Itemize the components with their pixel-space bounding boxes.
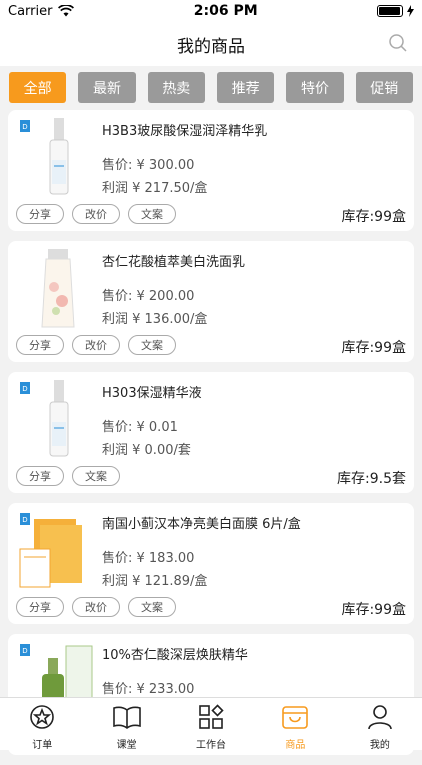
search-icon[interactable] [388, 33, 408, 53]
product-card[interactable]: D H3B3玻尿酸保湿润泽精华乳 售价: ¥ 300.00 利润 ¥ 217.50/盒… [8, 110, 414, 231]
product-profit: 利润 ¥ 0.00/套 [102, 443, 191, 458]
tab-label: 我的 [369, 740, 390, 751]
product-profit: 利润 ¥ 121.89/盒 [102, 574, 208, 589]
cleanser-tube-icon [16, 247, 98, 329]
product-profit: 利润 ¥ 136.00/盒 [102, 312, 208, 327]
filter-bar: 全部 最新 热卖 推荐 特价 促销 [0, 66, 422, 108]
mask-box-icon: D [16, 509, 98, 591]
serum-bottle-icon: D [16, 378, 98, 460]
tab-shop-bag[interactable]: 商品 [253, 698, 337, 751]
wifi-icon [58, 5, 75, 17]
tab-bar: 订单 课堂 工作台 商品 我的 [0, 697, 422, 751]
stock-label: 库存:99盒 [341, 340, 406, 356]
tab-book[interactable]: 课堂 [84, 698, 168, 751]
filter-chip[interactable]: 促销 [355, 72, 413, 103]
product-actions: 分享 文案 [16, 466, 120, 486]
product-name: H303保湿精华液 [102, 386, 202, 401]
copywriting-button[interactable]: 文案 [128, 335, 176, 355]
product-price: 售价: ¥ 233.00 [102, 682, 195, 697]
product-actions: 分享 改价 文案 [16, 597, 176, 617]
product-card[interactable]: D 南国小蓟汉本净亮美白面膜 6片/盒 售价: ¥ 183.00 利润 ¥ 121.8… [8, 503, 414, 624]
tab-label: 商品 [285, 740, 306, 751]
stock-label: 库存:9.5套 [337, 471, 406, 487]
tab-user[interactable]: 我的 [338, 698, 422, 751]
tab-label: 课堂 [116, 740, 137, 751]
shop-bag-icon [281, 704, 309, 734]
product-price: 售价: ¥ 0.01 [102, 420, 178, 435]
copywriting-button[interactable]: 文案 [128, 204, 176, 224]
share-button[interactable]: 分享 [16, 466, 64, 486]
product-actions: 分享 改价 文案 [16, 204, 176, 224]
product-name: H3B3玻尿酸保湿润泽精华乳 [102, 124, 268, 139]
charging-bolt-icon [406, 5, 414, 17]
change-price-button[interactable]: 改价 [72, 204, 120, 224]
page-title: 我的商品 [177, 36, 245, 57]
product-list: D H3B3玻尿酸保湿润泽精华乳 售价: ¥ 300.00 利润 ¥ 217.50/盒… [8, 110, 414, 765]
product-actions: 分享 改价 文案 [16, 335, 176, 355]
product-price: 售价: ¥ 200.00 [102, 289, 195, 304]
product-price: 售价: ¥ 300.00 [102, 158, 195, 173]
change-price-button[interactable]: 改价 [72, 335, 120, 355]
svg-text:D: D [22, 647, 27, 655]
product-name: 杏仁花酸植萃美白洗面乳 [102, 255, 246, 270]
tab-label: 工作台 [196, 740, 227, 751]
copywriting-button[interactable]: 文案 [72, 466, 120, 486]
share-button[interactable]: 分享 [16, 335, 64, 355]
svg-text:D: D [22, 516, 27, 524]
svg-text:D: D [22, 385, 27, 393]
filter-chip[interactable]: 全部 [9, 72, 67, 103]
carrier-label: Carrier [8, 3, 53, 19]
filter-chip[interactable]: 特价 [286, 72, 344, 103]
share-button[interactable]: 分享 [16, 204, 64, 224]
user-icon [367, 704, 393, 734]
product-profit: 利润 ¥ 217.50/盒 [102, 181, 208, 196]
product-price: 售价: ¥ 183.00 [102, 551, 195, 566]
tab-label: 订单 [32, 740, 53, 751]
product-card[interactable]: D H303保湿精华液 售价: ¥ 0.01 利润 ¥ 0.00/套分享 文案 库存:9.… [8, 372, 414, 493]
copywriting-button[interactable]: 文案 [128, 597, 176, 617]
star-circle-icon [29, 704, 55, 734]
change-price-button[interactable]: 改价 [72, 597, 120, 617]
product-card[interactable]: 杏仁花酸植萃美白洗面乳 售价: ¥ 200.00 利润 ¥ 136.00/盒分享 改价… [8, 241, 414, 362]
status-bar: Carrier 2:06 PM [0, 0, 422, 22]
filter-chip[interactable]: 最新 [78, 72, 136, 103]
workbench-icon [198, 704, 224, 734]
serum-bottle-icon: D [16, 116, 98, 198]
clock: 2:06 PM [193, 3, 258, 19]
svg-text:D: D [22, 123, 27, 131]
tab-star-circle[interactable]: 订单 [0, 698, 84, 751]
battery-icon [376, 5, 403, 17]
share-button[interactable]: 分享 [16, 597, 64, 617]
product-name: 10%杏仁酸深层焕肤精华 [102, 648, 248, 663]
product-name: 南国小蓟汉本净亮美白面膜 6片/盒 [102, 517, 301, 532]
stock-label: 库存:99盒 [341, 209, 406, 225]
filter-chip[interactable]: 热卖 [147, 72, 205, 103]
nav-bar: 我的商品 [0, 22, 422, 66]
book-icon [112, 704, 142, 734]
filter-chip[interactable]: 推荐 [216, 72, 275, 103]
tab-workbench[interactable]: 工作台 [169, 698, 253, 751]
stock-label: 库存:99盒 [341, 602, 406, 618]
